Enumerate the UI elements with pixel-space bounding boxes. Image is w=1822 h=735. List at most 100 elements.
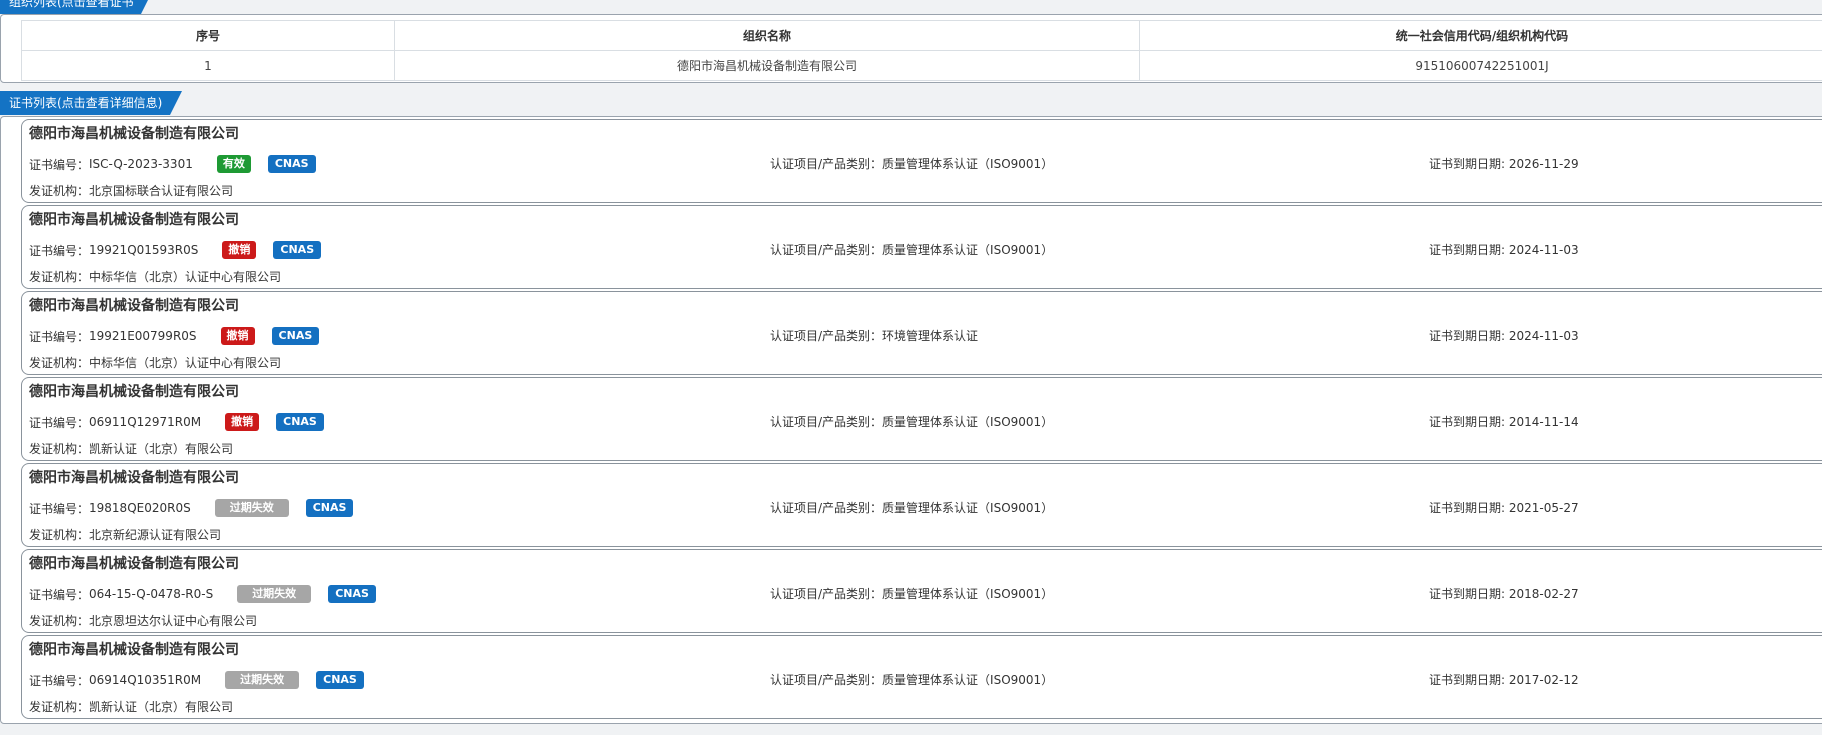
cert-issuer-label: 发证机构： (29, 270, 90, 284)
cert-number-line: 证书编号： 06914Q10351R0M 过期失效 CNAS (29, 671, 364, 689)
cert-issuer-value: 北京国标联合认证有限公司 (89, 184, 234, 198)
cert-expire-value: 2017-02-12 (1508, 673, 1579, 687)
cert-card[interactable]: 德阳市海昌机械设备制造有限公司 证书编号： 19921E00799R0S 撤销 CNAS… (21, 291, 1822, 375)
cert-expire-value: 2024-11-03 (1508, 329, 1579, 343)
cert-project-value: 质量管理体系认证（ISO9001） (882, 501, 1054, 515)
cert-expire: 证书到期日期: 2024-11-03 (1429, 241, 1579, 258)
cert-expire-label: 证书到期日期: (1429, 157, 1509, 171)
cnas-badge: CNAS (276, 413, 324, 431)
cert-expire-label: 证书到期日期: (1429, 415, 1509, 429)
cert-card[interactable]: 德阳市海昌机械设备制造有限公司 证书编号： 06911Q12971R0M 撤销 CNAS… (21, 377, 1822, 461)
col-name-header: 组织名称 (394, 20, 1140, 51)
cert-issuer-label: 发证机构： (29, 700, 90, 714)
cert-number-value: 06914Q10351R0M (89, 673, 202, 687)
cert-project-label: 认证项目/产品类别： (770, 587, 883, 601)
cert-expire: 证书到期日期: 2018-02-27 (1429, 585, 1579, 602)
cert-card[interactable]: 德阳市海昌机械设备制造有限公司证书编号： ISC-Q-2023-3301 有效 CNA… (21, 119, 1822, 203)
cert-card[interactable]: 德阳市海昌机械设备制造有限公司证书编号： 19818QE020R0S 过期失效 CNA… (21, 463, 1822, 547)
cert-company-name: 德阳市海昌机械设备制造有限公司 (29, 642, 239, 658)
cert-project-label: 认证项目/产品类别： (770, 157, 883, 171)
cert-expire-label: 证书到期日期: (1429, 329, 1509, 343)
cert-issuer-line: 发证机构：中标华信（北京）认证中心有限公司 (29, 268, 281, 285)
cnas-badge: CNAS (305, 499, 354, 517)
cert-issuer-value: 北京新纪源认证有限公司 (89, 528, 222, 542)
cert-expire-value: 2014-11-14 (1508, 415, 1579, 429)
org-table: 序号 组织名称 统一社会信用代码/组织机构代码 1 德阳市海昌机械设备制造有限公… (21, 20, 1822, 81)
cert-expire-value: 2026-11-29 (1508, 157, 1579, 171)
cert-expire: 证书到期日期: 2021-05-27 (1429, 499, 1579, 516)
cert-issuer-line: 发证机构：凯新认证（北京）有限公司 (29, 698, 233, 715)
cert-card[interactable]: 德阳市海昌机械设备制造有限公司 证书编号： 064-15-Q-0478-R0-S 过期… (21, 549, 1822, 633)
cert-number-value: ISC-Q-2023-3301 (89, 157, 193, 171)
cert-expire-value: 2021-05-27 (1508, 501, 1579, 515)
cert-project: 认证项目/产品类别：质量管理体系认证（ISO9001） (770, 241, 1053, 258)
cnas-badge: CNAS (273, 241, 322, 259)
cert-number-value: 19921Q01593R0S (89, 243, 199, 257)
cert-card[interactable]: 德阳市海昌机械设备制造有限公司 证书编号： 19921Q01593R0S 撤销 CNAS… (21, 205, 1822, 289)
cnas-badge: CNAS (267, 155, 316, 173)
cert-issuer-label: 发证机构： (29, 614, 90, 628)
cert-company-name: 德阳市海昌机械设备制造有限公司 (29, 126, 239, 142)
cert-expire: 证书到期日期: 2026-11-29 (1429, 155, 1579, 172)
cert-issuer-label: 发证机构： (29, 442, 90, 456)
cert-number-label: 证书编号： (29, 157, 90, 172)
cnas-badge: CNAS (316, 671, 364, 689)
cert-expire: 证书到期日期: 2024-11-03 (1429, 327, 1579, 344)
cert-issuer-label: 发证机构： (29, 356, 90, 370)
cert-project-value: 环境管理体系认证 (882, 329, 979, 343)
cert-project-label: 认证项目/产品类别： (770, 243, 883, 257)
org-list-panel: 序号 组织名称 统一社会信用代码/组织机构代码 1 德阳市海昌机械设备制造有限公… (0, 14, 1822, 83)
cert-number-line: 证书编号： 06911Q12971R0M 撤销 CNAS (29, 413, 324, 431)
cert-expire-value: 2018-02-27 (1508, 587, 1579, 601)
row-org-name[interactable]: 德阳市海昌机械设备制造有限公司 (394, 50, 1140, 81)
cert-expire-label: 证书到期日期: (1429, 673, 1509, 687)
col-code-header: 统一社会信用代码/组织机构代码 (1139, 20, 1822, 51)
cert-number-label: 证书编号： (29, 243, 90, 258)
cert-project-label: 认证项目/产品类别： (770, 415, 883, 429)
cert-number-label: 证书编号： (29, 501, 90, 516)
cert-project-value: 质量管理体系认证（ISO9001） (882, 673, 1054, 687)
cert-project-label: 认证项目/产品类别： (770, 501, 883, 515)
cert-issuer-label: 发证机构： (29, 184, 90, 198)
cert-project: 认证项目/产品类别：质量管理体系认证（ISO9001） (770, 413, 1053, 430)
cert-card[interactable]: 德阳市海昌机械设备制造有限公司 证书编号： 06914Q10351R0M 过期失效 CN… (21, 635, 1822, 719)
row-org-code: 91510600742251001J (1139, 50, 1822, 81)
cert-number-value: 19921E00799R0S (89, 329, 197, 343)
cert-status-badge: 过期失效 (225, 671, 300, 689)
cert-number-line: 证书编号： 064-15-Q-0478-R0-S 过期失效 CNAS (29, 585, 376, 603)
cert-company-name: 德阳市海昌机械设备制造有限公司 (29, 556, 239, 572)
cert-list-panel: 德阳市海昌机械设备制造有限公司证书编号： ISC-Q-2023-3301 有效 CNA… (0, 116, 1822, 724)
cert-project-label: 认证项目/产品类别： (770, 673, 883, 687)
table-row[interactable]: 1 德阳市海昌机械设备制造有限公司 91510600742251001J (21, 50, 1822, 81)
cert-status-badge: 撤销 (225, 413, 260, 431)
cert-project: 认证项目/产品类别：环境管理体系认证 (770, 327, 978, 344)
cert-status-badge: 过期失效 (237, 585, 312, 603)
cert-number-line: 证书编号： 19818QE020R0S 过期失效 CNAS (29, 499, 354, 517)
cert-issuer-line: 发证机构：北京恩坦达尔认证中心有限公司 (29, 612, 257, 629)
cert-project: 认证项目/产品类别：质量管理体系认证（ISO9001） (770, 155, 1053, 172)
cert-project: 认证项目/产品类别：质量管理体系认证（ISO9001） (770, 585, 1053, 602)
cert-project-value: 质量管理体系认证（ISO9001） (882, 415, 1054, 429)
cert-project: 认证项目/产品类别：质量管理体系认证（ISO9001） (770, 499, 1053, 516)
cert-number-line: 证书编号： 19921Q01593R0S 撤销 CNAS (29, 241, 322, 259)
org-table-header: 序号 组织名称 统一社会信用代码/组织机构代码 (21, 20, 1822, 51)
cert-expire-label: 证书到期日期: (1429, 587, 1509, 601)
cert-number-value: 064-15-Q-0478-R0-S (89, 587, 214, 601)
cert-list-title: 证书列表(点击查看详细信息) (0, 91, 182, 115)
cert-issuer-line: 发证机构：凯新认证（北京）有限公司 (29, 440, 233, 457)
cert-company-name: 德阳市海昌机械设备制造有限公司 (29, 470, 239, 486)
cert-project-value: 质量管理体系认证（ISO9001） (882, 157, 1054, 171)
cert-number-value: 06911Q12971R0M (89, 415, 202, 429)
cert-number-label: 证书编号： (29, 673, 90, 688)
cert-number-line: 证书编号： ISC-Q-2023-3301 有效 CNAS (29, 155, 316, 173)
cert-project-value: 质量管理体系认证（ISO9001） (882, 587, 1054, 601)
cert-status-badge: 撤销 (222, 241, 257, 259)
cert-company-name: 德阳市海昌机械设备制造有限公司 (29, 298, 239, 314)
cert-status-badge: 撤销 (220, 327, 255, 345)
cert-company-name: 德阳市海昌机械设备制造有限公司 (29, 384, 239, 400)
cert-issuer-value: 凯新认证（北京）有限公司 (89, 700, 234, 714)
org-list-title: 组织列表(点击查看证书信息) (0, 0, 153, 14)
cert-number-line: 证书编号： 19921E00799R0S 撤销 CNAS (29, 327, 320, 345)
cert-expire-label: 证书到期日期: (1429, 243, 1509, 257)
cert-project-value: 质量管理体系认证（ISO9001） (882, 243, 1054, 257)
